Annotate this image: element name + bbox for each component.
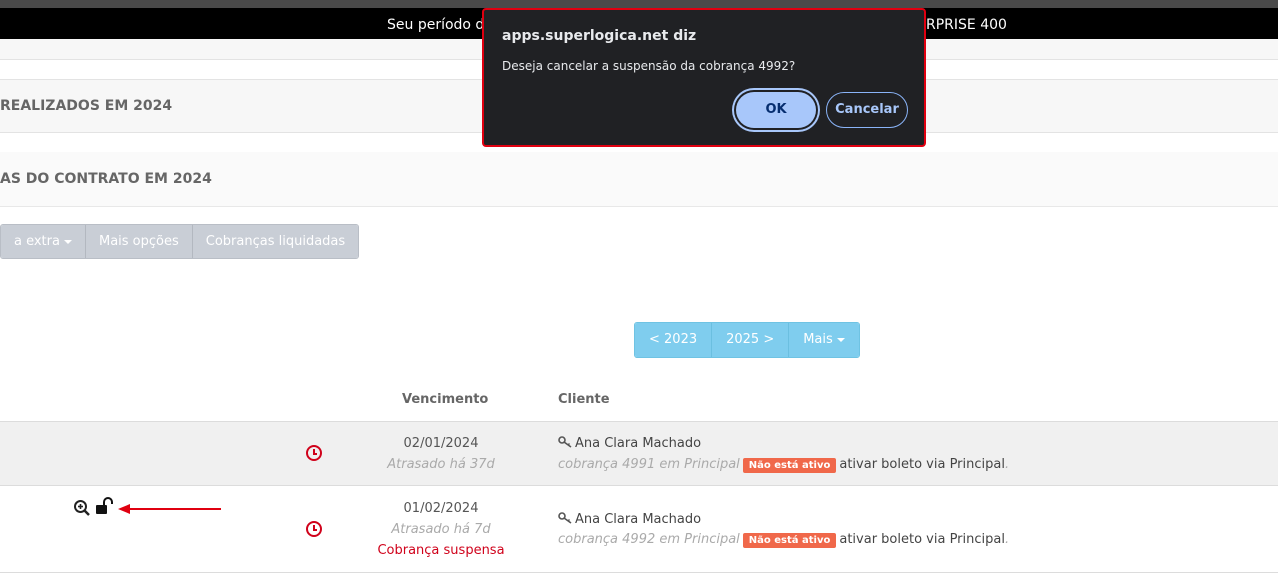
ok-button[interactable]: OK — [736, 92, 816, 128]
banner-text-right: RPRISE 400 — [926, 17, 1007, 33]
charge-text[interactable]: cobrança 4992 em Principal — [558, 532, 740, 547]
charge-info: cobrança 4992 em Principal Não está ativo… — [558, 532, 1009, 548]
panel-realizados-title: REALIZADOS EM 2024 — [0, 98, 173, 114]
dialog-message: Deseja cancelar a suspensão da cobrança … — [502, 59, 796, 73]
key-icon — [558, 512, 572, 524]
client-name-link[interactable]: Ana Clara Machado — [575, 436, 701, 451]
next-year-button[interactable]: 2025 > — [712, 323, 790, 357]
charge-info: cobrança 4991 em Principal Não está ativo… — [558, 457, 1009, 473]
caret-down-icon — [836, 337, 845, 342]
due-date: 02/01/2024 — [403, 436, 479, 451]
caret-down-icon — [63, 239, 72, 244]
more-years-button[interactable]: Mais — [789, 323, 859, 357]
more-options-label: Mais opções — [98, 234, 179, 249]
browser-top-strip — [0, 0, 1278, 8]
activate-boleto-link[interactable]: ativar boleto via Principal — [839, 457, 1005, 472]
dialog-title: apps.superlogica.net diz — [502, 28, 697, 44]
extra-dropdown-label: a extra — [14, 234, 60, 249]
activate-boleto-link[interactable]: ativar boleto via Principal — [839, 532, 1005, 547]
overdue-text: Atrasado há 37d — [387, 457, 495, 472]
cancel-button[interactable]: Cancelar — [826, 92, 908, 128]
suspended-status: Cobrança suspensa — [377, 543, 505, 558]
action-suffix: . — [1004, 457, 1010, 472]
overdue-text: Atrasado há 7d — [391, 522, 491, 537]
paid-charges-label: Cobranças liquidadas — [205, 234, 346, 249]
year-navigation: < 2023 2025 > Mais — [634, 322, 860, 358]
clock-icon[interactable] — [306, 521, 322, 537]
paid-charges-button[interactable]: Cobranças liquidadas — [192, 225, 359, 258]
table-row: 02/01/2024 Atrasado há 37d Ana Clara Mac… — [0, 421, 1278, 486]
confirm-dialog: apps.superlogica.net diz Deseja cancelar… — [482, 8, 926, 147]
panel-contrato[interactable]: AS DO CONTRATO EM 2024 — [0, 152, 1278, 207]
table-row: 01/02/2024 Atrasado há 7d Cobrança suspe… — [0, 486, 1278, 573]
more-years-label: Mais — [803, 332, 833, 347]
red-arrow-annotation — [118, 504, 221, 514]
due-date: 01/02/2024 — [403, 501, 479, 516]
panel-contrato-title: AS DO CONTRATO EM 2024 — [0, 171, 212, 187]
more-options-button[interactable]: Mais opções — [85, 225, 193, 258]
magnifier-plus-icon[interactable] — [73, 499, 91, 517]
action-suffix: . — [1004, 532, 1010, 547]
column-header-vencimento[interactable]: Vencimento — [402, 392, 488, 407]
status-badge: Não está ativo — [742, 533, 837, 548]
extra-dropdown-button[interactable]: a extra — [1, 225, 86, 258]
clock-icon[interactable] — [306, 445, 322, 461]
key-icon — [558, 436, 572, 448]
column-header-cliente[interactable]: Cliente — [558, 392, 610, 407]
prev-year-button[interactable]: < 2023 — [635, 323, 713, 357]
status-badge: Não está ativo — [742, 458, 837, 473]
banner-text-left: Seu período de — [387, 17, 493, 33]
toolbar-button-group: a extra Mais opções Cobranças liquidadas — [0, 224, 360, 259]
unlocked-padlock-icon[interactable] — [96, 497, 116, 515]
client-name-link[interactable]: Ana Clara Machado — [575, 512, 701, 527]
charge-text[interactable]: cobrança 4991 em Principal — [558, 457, 740, 472]
client-cell: Ana Clara Machado — [558, 436, 701, 451]
client-cell: Ana Clara Machado — [558, 512, 701, 527]
